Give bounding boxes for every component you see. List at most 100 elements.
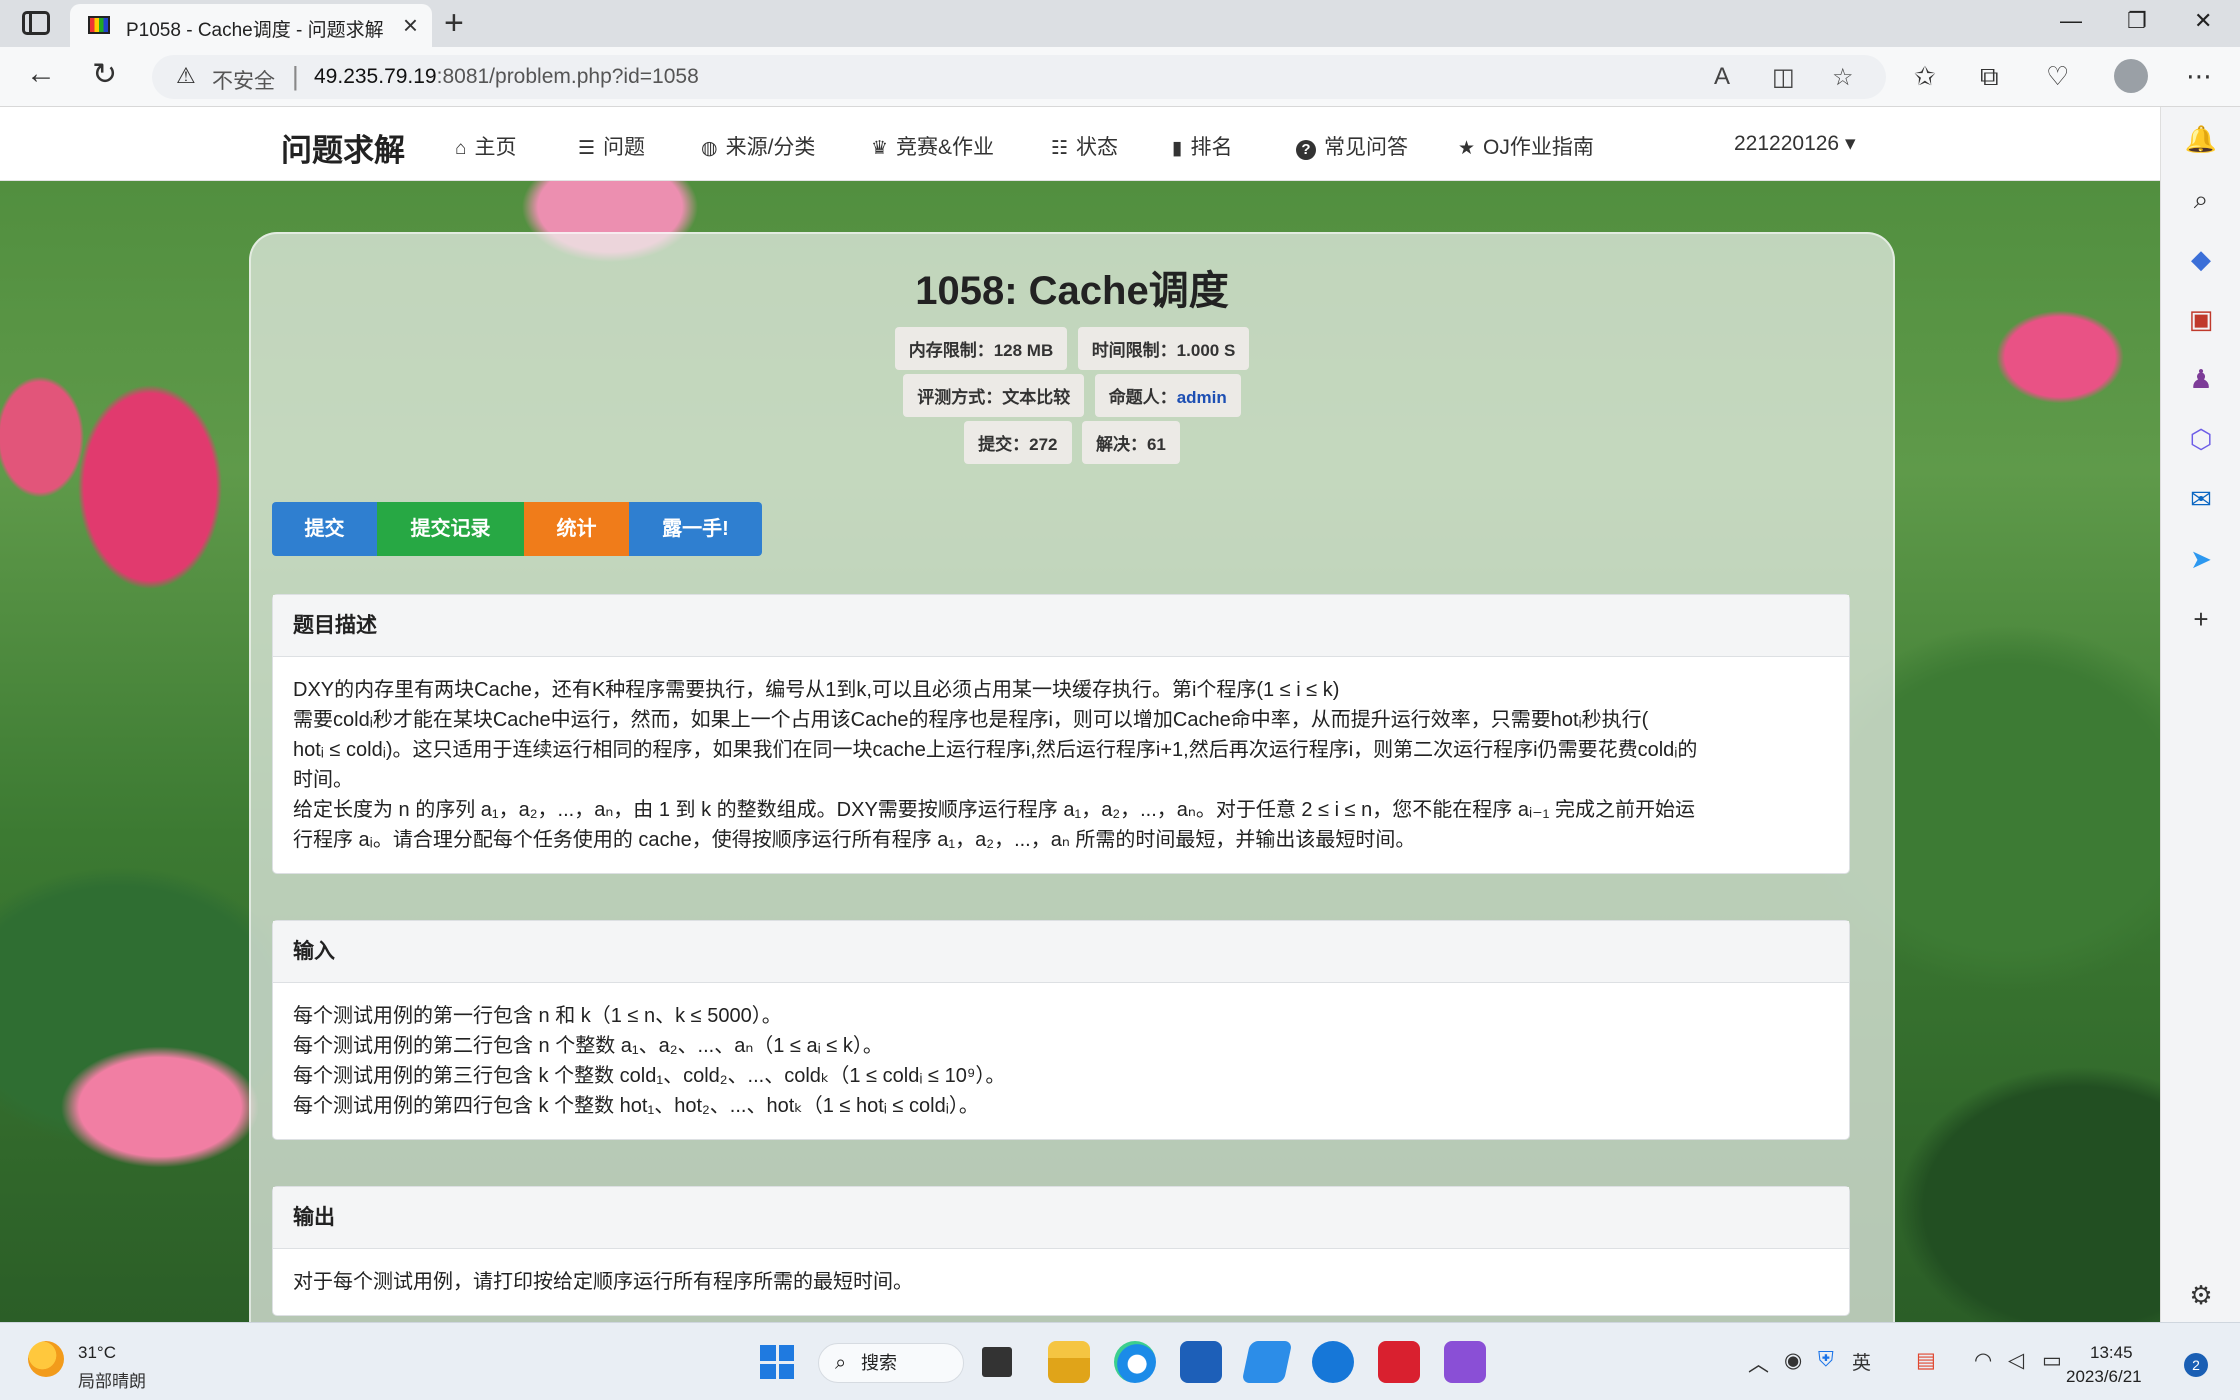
task-view-icon[interactable] [982, 1347, 1012, 1377]
youdao-dictionary-icon[interactable] [1378, 1341, 1420, 1383]
search-icon[interactable]: ⌕ [2183, 181, 2219, 217]
submissions-badge: 提交：272 [964, 421, 1072, 464]
home-icon: ⌂ [455, 138, 467, 159]
nav-ranking[interactable]: ▮ 排名 [1172, 131, 1232, 161]
problem-card: 1058: Cache调度 内存限制：128 MB 时间限制：1.000 S 评… [249, 232, 1895, 1322]
notification-bell-icon[interactable]: 🔔 [2183, 121, 2219, 157]
judge-mode-badge: 评测方式：文本比较 [903, 374, 1085, 417]
battery-icon[interactable]: ▭ [2042, 1348, 2062, 1373]
extensions-icon[interactable]: ♡ [2046, 61, 2069, 92]
tools-icon[interactable]: ▣ [2183, 301, 2219, 337]
input-line: 每个测试用例的第三行包含 k 个整数 cold₁、cold₂、...、coldₖ… [293, 1065, 1006, 1087]
split-screen-icon[interactable]: ◫ [1772, 63, 1795, 92]
input-panel: 输入 每个测试用例的第一行包含 n 和 k（1 ≤ n、k ≤ 5000）。 每… [272, 920, 1850, 1140]
page-viewport: 问题求解 ⌂ 主页 ☰ 问题 ◍ 来源/分类 ♛ 竞赛&作业 ☷ 状态 ▮ 排名 ? 常见问答… [0, 107, 2160, 1322]
app-tray-icon[interactable]: ▤ [1916, 1348, 1936, 1373]
tasks-icon: ☷ [1051, 138, 1069, 159]
statistics-button[interactable]: 统计 [524, 502, 629, 556]
security-label[interactable]: 不安全 [212, 65, 275, 95]
start-windows-icon[interactable] [760, 1345, 794, 1379]
notification-count-badge[interactable]: 2 [2184, 1353, 2208, 1377]
question-circle-icon: ? [1296, 140, 1316, 160]
clock-time[interactable]: 13:45 [2090, 1343, 2133, 1363]
globe-icon: ◍ [701, 138, 718, 159]
nav-source-category[interactable]: ◍ 来源/分类 [701, 131, 815, 161]
send-icon[interactable]: ➤ [2183, 541, 2219, 577]
description-line: hotᵢ ≤ coldᵢ)。这只适用于连续运行相同的程序，如果我们在同一块cac… [293, 739, 1698, 761]
input-line: 每个测试用例的第二行包含 n 个整数 a₁、a₂、...、aₙ（1 ≤ aᵢ ≤… [293, 1035, 883, 1057]
user-dropdown[interactable]: 221220126 ▾ [1734, 131, 1856, 156]
outlook-icon[interactable]: ✉ [2183, 481, 2219, 517]
close-window-icon[interactable]: ✕ [2194, 8, 2212, 34]
nav-problems[interactable]: ☰ 问题 [578, 131, 645, 161]
shopping-tag-icon[interactable]: ◆ [2183, 241, 2219, 277]
file-explorer-icon[interactable] [1048, 1341, 1090, 1383]
more-menu-icon[interactable]: ⋯ [2186, 61, 2212, 92]
favorite-star-icon[interactable]: ☆ [1832, 63, 1854, 92]
memory-limit-badge: 内存限制：128 MB [894, 327, 1068, 370]
nav-source-label: 来源/分类 [725, 136, 816, 159]
qq-icon[interactable]: ◉ [1784, 1348, 1802, 1373]
k-app-icon[interactable] [1312, 1341, 1354, 1383]
tab-close-icon[interactable]: × [403, 10, 418, 41]
settings-gear-icon[interactable]: ⚙ [2183, 1277, 2219, 1313]
url-separator: | [292, 61, 299, 91]
site-brand[interactable]: 问题求解 [281, 125, 405, 170]
description-body: DXY的内存里有两块Cache，还有K种程序需要执行，编号从1到k,可以且必须占… [273, 657, 1849, 873]
visual-studio-icon[interactable] [1444, 1341, 1486, 1383]
weather-temperature[interactable]: 31°C [78, 1343, 116, 1363]
taskbar-search[interactable]: ⌕ 搜索 [818, 1343, 964, 1383]
wifi-icon[interactable]: ◠ [1974, 1348, 1992, 1373]
description-line: 给定长度为 n 的序列 a₁，a₂，...，aₙ，由 1 到 k 的整数组成。D… [293, 799, 1695, 821]
back-icon[interactable]: ← [26, 57, 56, 91]
list-icon: ☰ [578, 138, 596, 159]
games-icon[interactable]: ♟ [2183, 361, 2219, 397]
address-bar[interactable]: ⚠ 不安全 | 49.235.79.19:8081/problem.php?id… [152, 55, 1886, 99]
office-icon[interactable]: ⬡ [2183, 421, 2219, 457]
profile-avatar[interactable] [2114, 59, 2148, 93]
minimize-icon[interactable]: — [2060, 8, 2082, 34]
url-text[interactable]: 49.235.79.19:8081/problem.php?id=1058 [314, 65, 699, 89]
weather-sun-icon[interactable] [28, 1341, 64, 1377]
pinned-app-icon[interactable] [1241, 1341, 1293, 1383]
nav-faq[interactable]: ? 常见问答 [1296, 131, 1408, 161]
read-aloud-icon[interactable]: A [1714, 63, 1730, 91]
microsoft-store-icon[interactable] [1180, 1341, 1222, 1383]
refresh-icon[interactable]: ↻ [92, 57, 117, 92]
author-label: 命题人： [1108, 388, 1177, 407]
description-line: 行程序 aᵢ。请合理分配每个任务使用的 cache，使得按顺序运行所有程序 a₁… [293, 829, 1416, 851]
maximize-icon[interactable]: ❐ [2127, 8, 2147, 34]
add-icon[interactable]: + [2183, 601, 2219, 637]
submit-button[interactable]: 提交 [272, 502, 377, 556]
windows-taskbar: 31°C 局部晴朗 ⌕ 搜索 ︿ ◉ ⛨ 英 ▤ ◠ ◁ ▭ 13:45 2023… [0, 1322, 2240, 1400]
clock-date[interactable]: 2023/6/21 [2066, 1367, 2142, 1387]
collections-icon[interactable]: ⧉ [1980, 61, 1999, 93]
tray-overflow-icon[interactable]: ︿ [1748, 1348, 1769, 1378]
search-icon: ⌕ [835, 1352, 847, 1374]
favorites-icon[interactable]: ✩ [1914, 61, 1936, 92]
volume-icon[interactable]: ◁ [2008, 1348, 2024, 1373]
ime-indicator[interactable]: 英 [1852, 1348, 1871, 1375]
nav-contests[interactable]: ♛ 竞赛&作业 [871, 131, 994, 161]
caret-down-icon: ▾ [1844, 132, 1856, 155]
description-line: 需要coldᵢ秒才能在某块Cache中运行，然而，如果上一个占用该Cache的程… [293, 709, 1649, 731]
description-line: 时间。 [293, 769, 353, 791]
nav-problems-label: 问题 [603, 136, 646, 159]
tab-title: P1058 - Cache调度 - 问题求解 [126, 20, 384, 41]
security-shield-icon[interactable]: ⛨ [1818, 1348, 1834, 1372]
browser-tab-active[interactable]: P1058 - Cache调度 - 问题求解 × [70, 4, 432, 47]
weather-description[interactable]: 局部晴朗 [78, 1367, 146, 1392]
submission-records-button[interactable]: 提交记录 [377, 502, 524, 556]
tab-actions-icon[interactable] [22, 11, 50, 35]
new-tab-icon[interactable]: + [444, 4, 464, 43]
show-solution-button[interactable]: 露一手! [629, 502, 762, 556]
url-host: 49.235.79.19 [314, 65, 437, 88]
nav-status[interactable]: ☷ 状态 [1051, 131, 1118, 161]
output-body: 对于每个测试用例，请打印按给定顺序运行所有程序所需的最短时间。 [293, 1271, 913, 1293]
edge-browser-icon[interactable] [1114, 1341, 1156, 1383]
nav-oj-guide[interactable]: ★ OJ作业指南 [1458, 131, 1594, 161]
problem-title: 1058: Cache调度 [915, 269, 1229, 313]
site-favicon-icon [88, 16, 110, 34]
nav-home[interactable]: ⌂ 主页 [455, 131, 516, 161]
author-link[interactable]: admin [1177, 388, 1227, 407]
